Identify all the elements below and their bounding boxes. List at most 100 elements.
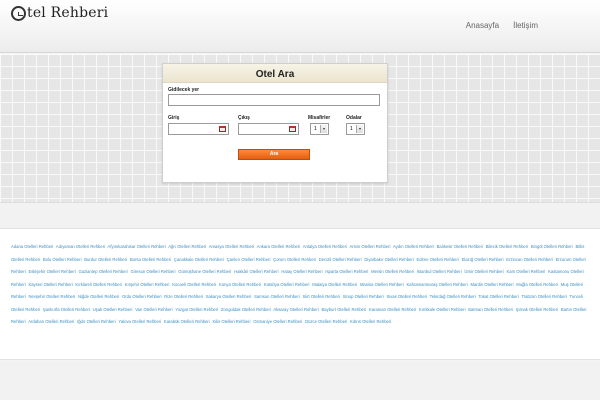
city-link[interactable]: Bilecik Otelleri Rehberi (486, 244, 528, 249)
chevron-down-icon: ▾ (356, 125, 363, 133)
city-link[interactable]: Bolu Otelleri Rehberi (43, 257, 82, 262)
city-link[interactable]: Çorum Otelleri Rehberi (273, 257, 316, 262)
city-link[interactable]: Tokat Otelleri Rehberi (478, 294, 518, 299)
city-link[interactable]: Bayburt Otelleri Rehberi (321, 307, 366, 312)
city-link[interactable]: Isparta Otelleri Rehberi (325, 269, 368, 274)
city-link[interactable]: Amasya Otelleri Rehberi (209, 244, 254, 249)
city-link[interactable]: Muğla Otelleri Rehberi (516, 282, 558, 287)
city-link[interactable]: Karabük Otelleri Rehberi (164, 319, 210, 324)
city-link[interactable]: Burdur Otelleri Rehberi (84, 257, 127, 262)
guests-label: Misafirler (308, 115, 331, 121)
destination-label: Gidilecek yer (168, 87, 200, 93)
city-link[interactable]: Nevşehir Otelleri Rehberi (28, 294, 75, 299)
city-link[interactable]: Ankara Otelleri Rehberi (257, 244, 301, 249)
city-link[interactable]: Edirne Otelleri Rehberi (416, 257, 458, 262)
city-link[interactable]: Kırşehir Otelleri Rehberi (125, 282, 170, 287)
city-link[interactable]: Şanlıurfa Otelleri Rehberi (43, 307, 90, 312)
city-link[interactable]: Kars Otelleri Rehberi (507, 269, 546, 274)
city-link[interactable]: Aksaray Otelleri Rehberi (273, 307, 318, 312)
rooms-select[interactable]: 1 ▾ (346, 123, 365, 135)
chevron-down-icon: ▾ (320, 125, 327, 133)
rooms-label: Odalar (346, 115, 362, 121)
city-link[interactable]: Kütahya Otelleri Rehberi (264, 282, 310, 287)
search-header: Otel Ara (163, 64, 387, 83)
site-logo[interactable]: tel Rehberi (11, 5, 108, 21)
city-link[interactable]: Manisa Otelleri Rehberi (360, 282, 404, 287)
city-link[interactable]: Karaman Otelleri Rehberi (369, 307, 416, 312)
city-link[interactable]: Rize Otelleri Rehberi (164, 294, 203, 299)
checkout-input[interactable] (239, 131, 298, 141)
city-link[interactable]: Adıyaman Otelleri Rehberi (56, 244, 105, 249)
city-link[interactable]: Erzincan Otelleri Rehberi (506, 257, 553, 262)
city-link[interactable]: Zonguldak Otelleri Rehberi (221, 307, 271, 312)
checkin-field[interactable] (168, 123, 229, 141)
city-link[interactable]: Osmaniye Otelleri Rehberi (253, 319, 302, 324)
city-link[interactable]: Kocaeli Otelleri Rehberi (172, 282, 216, 287)
city-link[interactable]: Iğdır Otelleri Rehberi (77, 319, 116, 324)
search-button[interactable]: Ara (238, 149, 310, 160)
city-link[interactable]: Artvin Otelleri Rehberi (349, 244, 390, 249)
city-link[interactable]: Ordu Otelleri Rehberi (122, 294, 162, 299)
city-link[interactable]: Konya Otelleri Rehberi (219, 282, 261, 287)
nav-home-link[interactable]: Anasayfa (466, 21, 499, 30)
city-link[interactable]: Denizli Otelleri Rehberi (319, 257, 362, 262)
city-link[interactable]: Siirt Otelleri Rehberi (302, 294, 339, 299)
city-link[interactable]: Batman Otelleri Rehberi (468, 307, 513, 312)
city-link[interactable]: Sakarya Otelleri Rehberi (206, 294, 252, 299)
city-link[interactable]: Kahramanmaraş Otelleri Rehberi (406, 282, 467, 287)
city-link[interactable]: İstanbul Otelleri Rehberi (417, 269, 462, 274)
city-link[interactable]: Elazığ Otelleri Rehberi (462, 257, 504, 262)
city-link[interactable]: Mersin Otelleri Rehberi (371, 269, 414, 274)
city-link[interactable]: Niğde Otelleri Rehberi (78, 294, 119, 299)
city-link[interactable]: Yozgat Otelleri Rehberi (175, 307, 218, 312)
calendar-icon[interactable] (289, 126, 296, 132)
city-link[interactable]: Hatay Otelleri Rehberi (281, 269, 322, 274)
city-link[interactable]: Trabzon Otelleri Rehberi (521, 294, 566, 299)
city-link[interactable]: Samsun Otelleri Rehberi (254, 294, 300, 299)
nav-contact-link[interactable]: İletişim (513, 21, 538, 30)
city-link[interactable]: Kilis Otelleri Rehberi (213, 319, 251, 324)
city-link[interactable]: Adana Otelleri Rehberi (11, 244, 53, 249)
city-link[interactable]: Eskişehir Otelleri Rehberi (28, 269, 75, 274)
city-link[interactable]: Giresun Otelleri Rehberi (131, 269, 176, 274)
city-link[interactable]: Sinop Otelleri Rehberi (343, 294, 384, 299)
checkin-input[interactable] (169, 131, 228, 141)
guests-select[interactable]: 1 ▾ (310, 123, 329, 135)
city-link[interactable]: Aydın Otelleri Rehberi (393, 244, 434, 249)
city-link[interactable]: Tekirdağ Otelleri Rehberi (430, 294, 476, 299)
city-link[interactable]: Ardahan Otelleri Rehberi (28, 319, 74, 324)
city-link[interactable]: Gümüşhane Otelleri Rehberi (178, 269, 231, 274)
city-link[interactable]: Çanakkale Otelleri Rehberi (174, 257, 224, 262)
city-link[interactable]: Bursa Otelleri Rehberi (130, 257, 171, 262)
city-link[interactable]: Balıkesir Otelleri Rehberi (437, 244, 483, 249)
city-link[interactable]: Düzce Otelleri Rehberi (305, 319, 347, 324)
site-header: tel Rehberi Anasayfa İletişim (0, 0, 600, 53)
city-link[interactable]: İzmir Otelleri Rehberi (464, 269, 503, 274)
city-link[interactable]: Antalya Otelleri Rehberi (303, 244, 347, 249)
city-link[interactable]: Kayseri Otelleri Rehberi (28, 282, 72, 287)
city-link[interactable]: Kırklareli Otelleri Rehberi (75, 282, 122, 287)
city-link[interactable]: Van Otelleri Rehberi (135, 307, 172, 312)
city-link[interactable]: Afyonkarahisar Otelleri Rehberi (108, 244, 166, 249)
city-link[interactable]: Malatya Otelleri Rehberi (312, 282, 357, 287)
city-link[interactable]: Sivas Otelleri Rehberi (386, 294, 427, 299)
city-link[interactable]: Gaziantep Otelleri Rehberi (78, 269, 127, 274)
calendar-icon[interactable] (219, 126, 226, 132)
city-link[interactable]: Diyarbakır Otelleri Rehberi (364, 257, 413, 262)
logo-text: tel Rehberi (27, 5, 109, 21)
city-link[interactable]: Çankırı Otelleri Rehberi (227, 257, 271, 262)
destination-input[interactable] (168, 94, 380, 106)
rooms-value: 1 (350, 126, 353, 132)
city-link[interactable]: Uşak Otelleri Rehberi (93, 307, 133, 312)
city-link[interactable]: Mardin Otelleri Rehberi (470, 282, 513, 287)
city-link[interactable]: Yalova Otelleri Rehberi (118, 319, 161, 324)
city-link[interactable]: Ağrı Otelleri Rehberi (168, 244, 206, 249)
checkout-field[interactable] (238, 123, 299, 141)
search-title: Otel Ara (255, 69, 295, 80)
clock-icon (11, 5, 26, 21)
city-link[interactable]: Şırnak Otelleri Rehberi (516, 307, 558, 312)
city-link[interactable]: Bingöl Otelleri Rehberi (531, 244, 573, 249)
city-link[interactable]: Kıbrıs Otelleri Rehberi (350, 319, 391, 324)
city-link[interactable]: Kırıkkale Otelleri Rehberi (419, 307, 466, 312)
city-link[interactable]: Hakkâri Otelleri Rehberi (234, 269, 278, 274)
